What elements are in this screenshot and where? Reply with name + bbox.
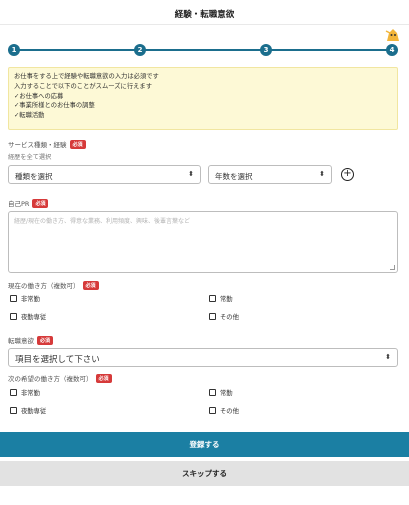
step-4: 4 [386,44,398,56]
checkbox-label: その他 [220,408,239,415]
current-work-checkbox-fulltime[interactable]: 常勤 [209,294,233,303]
service-type-select[interactable]: 種類を選択 ⬍ [8,165,201,184]
service-type-value: 種類を選択 [15,172,53,181]
checkbox-label: 夜勤専従 [21,314,47,321]
step-1: 1 [8,44,20,56]
pr-label-row: 自己PR 必須 [8,198,49,208]
select-arrow-icon: ⬍ [385,353,391,361]
checkbox-label: 常勤 [220,296,233,303]
plus-circle-icon[interactable]: + [341,168,354,181]
desired-work-label-row: 次の希望の働き方（複数可） 必須 [8,373,112,383]
self-pr-placeholder: 経歴/現在の働き方、得意な業務、利用頻度、興味、後輩言葉など [14,218,191,225]
required-badge: 必須 [32,199,49,208]
checkbox-label: 常勤 [220,390,233,397]
notice-line: ✓転職活動 [14,112,45,120]
years-select[interactable]: 年数を選択 ⬍ [208,165,332,184]
skip-button[interactable]: スキップする [0,461,409,486]
motivation-label: 転職意欲 [8,337,34,345]
checkbox-label: 夜勤専従 [21,408,47,415]
current-work-label: 現在の働き方（複数可） [8,282,80,290]
checkbox-label: 非常勤 [21,296,40,303]
motivation-value: 項目を選択して下さい [15,355,100,365]
desired-work-label: 次の希望の働き方（複数可） [8,375,93,383]
service-label: サービス種類・経験 [8,141,67,149]
checkbox-icon[interactable] [209,295,216,302]
checkbox-icon[interactable] [209,389,216,396]
pr-label: 自己PR [8,200,30,208]
current-work-checkbox-parttime[interactable]: 非常勤 [10,294,40,303]
desired-work-checkbox-fulltime[interactable]: 常勤 [209,388,233,397]
page-title: 経験・転職意欲 [174,10,235,20]
notice-line: お仕事をする上で経験や転職意欲の入力は必須です [14,73,159,80]
required-badge: 必須 [69,140,86,149]
checkbox-icon[interactable] [10,407,17,414]
current-work-checkbox-night[interactable]: 夜勤専従 [10,312,46,321]
years-value: 年数を選択 [215,172,253,181]
current-work-checkbox-other[interactable]: その他 [209,312,239,321]
checkbox-label: その他 [220,314,239,321]
checkbox-icon[interactable] [10,295,17,302]
notice-line: ✓事業所様とのお仕事の調整 [14,102,95,110]
self-pr-textarea[interactable]: 経歴/現在の働き方、得意な業務、利用頻度、興味、後輩言葉など [8,211,398,273]
notice-line: ✓お仕事への応募 [14,92,64,100]
required-badge: 必須 [82,281,99,290]
notice-line: 入力することで以下のことがスムーズに行えます [14,82,153,90]
resize-handle-icon[interactable] [390,265,395,270]
required-badge: 必須 [37,336,54,345]
desired-work-checkbox-parttime[interactable]: 非常勤 [10,388,40,397]
service-label-row: サービス種類・経験 必須 [8,139,86,149]
motivation-select[interactable]: 項目を選択して下さい ⬍ [8,348,398,367]
register-button[interactable]: 登録する [0,432,409,457]
current-work-label-row: 現在の働き方（複数可） 必須 [8,280,99,290]
select-arrow-icon: ⬍ [188,170,194,178]
desired-work-checkbox-other[interactable]: その他 [209,406,239,415]
checkbox-label: 非常勤 [21,390,40,397]
required-badge: 必須 [95,374,112,383]
header-divider [0,24,409,25]
checkbox-icon[interactable] [10,389,17,396]
mascot-icon [385,29,399,41]
select-arrow-icon: ⬍ [319,170,325,178]
info-notice: お仕事をする上で経験や転職意欲の入力は必須です 入力することで以下のことがスムー… [8,67,398,130]
step-3: 3 [260,44,272,56]
checkbox-icon[interactable] [10,313,17,320]
motivation-label-row: 転職意欲 必須 [8,335,54,345]
checkbox-icon[interactable] [209,407,216,414]
stepper-line [14,49,390,51]
service-hint: 経歴を全て選択 [8,154,52,161]
checkbox-icon[interactable] [209,313,216,320]
step-2: 2 [134,44,146,56]
desired-work-checkbox-night[interactable]: 夜勤専従 [10,406,46,415]
